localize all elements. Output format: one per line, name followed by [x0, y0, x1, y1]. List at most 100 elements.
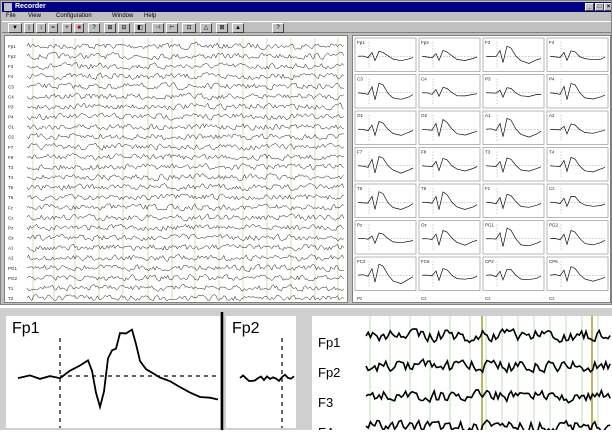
menu-view[interactable]: View: [28, 12, 41, 21]
toolbar-window-button[interactable]: ⊡: [182, 23, 196, 33]
average-footer-label: Cz: [421, 296, 427, 301]
menu-window[interactable]: Window: [112, 12, 133, 21]
channel-label-p4: P4: [8, 115, 14, 120]
channel-label-oz: Oz: [8, 236, 15, 241]
average-cell-c3: [354, 74, 417, 109]
eeg-trace-pg2: [26, 274, 344, 282]
menu-file[interactable]: File: [6, 12, 16, 21]
average-label-c4: C4: [421, 77, 427, 82]
average-label-t6: T6: [421, 186, 427, 191]
averaged-response-panel[interactable]: Fp1 Fp2 F3 F4 C3 C4 P3 P4 O1 O2 A1 A2 F7 F8 T3 T4 T5 T6 Fz…: [352, 35, 611, 303]
app-icon: [4, 3, 12, 11]
close-button[interactable]: ×: [604, 3, 611, 11]
average-label-fc6: FC6: [421, 259, 430, 264]
title-bar: Recorder _ □ ×: [2, 2, 611, 12]
eeg-trace-f7: [26, 142, 344, 151]
recorder-window: Recorder _ □ × File View Configuration W…: [0, 0, 612, 305]
average-cell-t4: [546, 147, 609, 182]
channel-label-f8: F8: [8, 155, 14, 160]
channel-label-fp1: Fp1: [8, 44, 16, 49]
channel-label-t1: T1: [8, 286, 14, 291]
toolbar-up-button[interactable]: ▲: [232, 23, 244, 33]
toolbar-help-button[interactable]: ?: [272, 23, 284, 33]
window-title: Recorder: [15, 3, 46, 10]
toolbar-marker-button[interactable]: |: [24, 23, 34, 33]
average-cell-t3: [482, 147, 545, 182]
average-label-cp6: CP6: [549, 259, 558, 264]
channel-label-fp2: Fp2: [8, 54, 16, 59]
zoom-average-view: Fp1 Fp2: [0, 308, 302, 430]
toolbar-grid-button[interactable]: ⊞: [104, 23, 116, 33]
eeg-trace-a2: [26, 253, 345, 262]
zoom-label-f4: F4: [318, 425, 333, 430]
menu-help[interactable]: Help: [144, 12, 156, 21]
toolbar-montage-button[interactable]: ◧: [134, 23, 146, 33]
average-footer-label: Cz: [549, 296, 555, 301]
average-label-fp2: Fp2: [421, 40, 429, 45]
zoom-label-f3: F3: [318, 395, 333, 410]
average-cell-f8: [418, 147, 481, 182]
eeg-trace-t5: [26, 183, 345, 192]
eeg-trace-oz: [26, 233, 344, 242]
eeg-trace-pz: [26, 223, 344, 232]
average-footer-label: Pz: [357, 296, 363, 301]
eeg-trace-pg1: [26, 263, 344, 273]
toolbar-dropdown-button[interactable]: ▼: [8, 23, 22, 33]
channel-label-f3: F3: [8, 64, 14, 69]
eeg-trace-f8: [26, 153, 344, 161]
eeg-trace-t2: [26, 294, 344, 302]
toolbar-add-button[interactable]: +: [62, 23, 72, 33]
channel-label-pg2: PG2: [8, 276, 18, 281]
toolbar-scroll-left-button[interactable]: ⊣: [152, 23, 164, 33]
zoom-label-fp2: Fp2: [318, 365, 340, 380]
toolbar-average-button[interactable]: ⊠: [216, 23, 228, 33]
average-label-pz: Pz: [357, 223, 363, 228]
eeg-trace-panel[interactable]: Fp1 Fp2 F3 F4 C3 C4 P3 P4 O1 O2 F7 F8 T3 T4 T5 T6 Fz Cz Pz…: [4, 35, 348, 303]
average-label-cp2: CP2: [485, 259, 494, 264]
average-cell-oz: [418, 220, 481, 255]
average-cell-a1: [482, 110, 545, 145]
channel-label-pz: Pz: [8, 225, 14, 230]
average-label-pg2: PG2: [549, 223, 559, 228]
eeg-trace-area[interactable]: Fp1 Fp2 F3 F4 C3 C4 P3 P4 O1 O2 F7 F8 T3 T4 T5 T6 Fz Cz Pz…: [5, 36, 347, 302]
toolbar-filter-button[interactable]: =: [48, 23, 58, 33]
eeg-trace-t3: [26, 163, 344, 171]
channel-label-f7: F7: [8, 145, 14, 150]
minimize-button[interactable]: _: [585, 3, 594, 11]
average-cell-t5: [354, 183, 417, 218]
average-label-t3: T3: [485, 150, 491, 155]
average-label-c3: C3: [357, 77, 363, 82]
channel-label-t5: T5: [8, 185, 14, 190]
eeg-trace-t4: [26, 173, 344, 182]
average-label-t4: T4: [549, 150, 555, 155]
toolbar-trigger-button[interactable]: △: [200, 23, 212, 33]
menu-configuration[interactable]: Configuration: [56, 12, 92, 21]
average-label-fz: Fz: [485, 186, 491, 191]
channel-label-t4: T4: [8, 175, 14, 180]
average-label-fc2: FC2: [357, 259, 366, 264]
average-label-cz: Cz: [549, 186, 555, 191]
average-cell-f3: [482, 37, 545, 72]
averaged-response-grid[interactable]: Fp1 Fp2 F3 F4 C3 C4 P3 P4 O1 O2 A1 A2 F7 F8 T3 T4 T5 T6 Fz…: [353, 36, 610, 302]
eeg-trace-c3: [26, 82, 344, 90]
channel-label-t6: T6: [8, 195, 14, 200]
toolbar-query-button[interactable]: ?: [88, 23, 100, 33]
eeg-trace-t6: [26, 193, 344, 201]
channel-label-a2: A2: [8, 256, 14, 261]
average-cell-f7: [354, 147, 417, 182]
menu-bar: File View Configuration Window Help: [2, 12, 611, 21]
toolbar-stop-button[interactable]: ■: [74, 23, 84, 33]
average-label-f8: F8: [421, 150, 427, 155]
eeg-trace-fp2: [26, 51, 345, 61]
zoom-average-area: Fp1 Fp2: [6, 312, 296, 430]
toolbar-sensitivity-button[interactable]: ↕: [36, 23, 46, 33]
zoom-label-fp2: Fp2: [232, 320, 260, 337]
zoom-eeg-area: Fp1 Fp2 F3 F4: [312, 316, 612, 435]
average-cell-fz: [482, 183, 545, 218]
toolbar: ▼ | ↕ = + ■ ? ⊞ ⊟ ◧ ⊣ ⊢ ⊡ △ ⊠ ▲ ?: [2, 21, 611, 33]
toolbar-scroll-right-button[interactable]: ⊢: [166, 23, 178, 33]
toolbar-layout-button[interactable]: ⊟: [118, 23, 130, 33]
channel-label-pg1: PG1: [8, 266, 18, 271]
average-label-pg1: PG1: [485, 223, 495, 228]
maximize-button[interactable]: □: [595, 3, 604, 11]
